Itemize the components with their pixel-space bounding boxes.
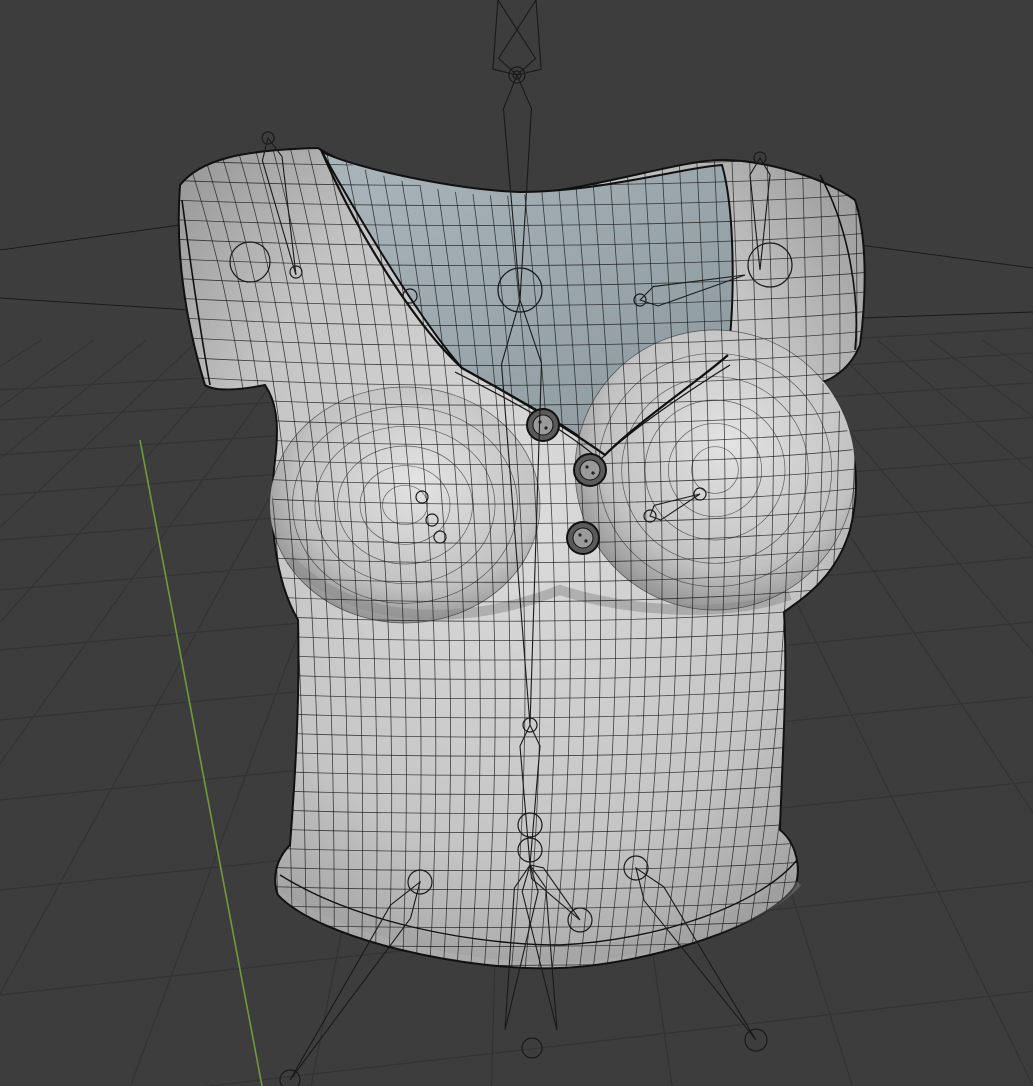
3d-viewport[interactable] bbox=[0, 0, 1033, 1086]
button-face bbox=[579, 459, 601, 481]
button-face bbox=[532, 414, 554, 436]
button-hole bbox=[578, 533, 582, 537]
grid-line bbox=[981, 339, 1033, 375]
bone-line bbox=[0, 224, 181, 251]
grid-line bbox=[0, 339, 42, 368]
shirt-button[interactable] bbox=[526, 408, 560, 442]
grid-line bbox=[929, 339, 1033, 418]
bone-line bbox=[859, 244, 1033, 269]
button-face bbox=[572, 527, 594, 549]
bone-line bbox=[859, 311, 1033, 319]
y-axis bbox=[139, 439, 263, 1086]
grid-line bbox=[0, 339, 199, 529]
shirt-button[interactable] bbox=[566, 521, 600, 555]
grid-line bbox=[824, 339, 1033, 548]
wire-edge bbox=[150, 973, 880, 984]
viewport-canvas[interactable] bbox=[0, 0, 1033, 1086]
y-axis-line bbox=[139, 439, 263, 1086]
button-hole bbox=[585, 465, 589, 469]
right-breast-shape bbox=[575, 330, 855, 610]
button-hole bbox=[591, 471, 595, 475]
grid-line bbox=[877, 339, 1033, 473]
bone-line bbox=[0, 297, 191, 311]
button-hole bbox=[544, 426, 548, 430]
shirt-button[interactable] bbox=[573, 453, 607, 487]
grid-line bbox=[203, 990, 1033, 1086]
button-hole bbox=[584, 539, 588, 543]
